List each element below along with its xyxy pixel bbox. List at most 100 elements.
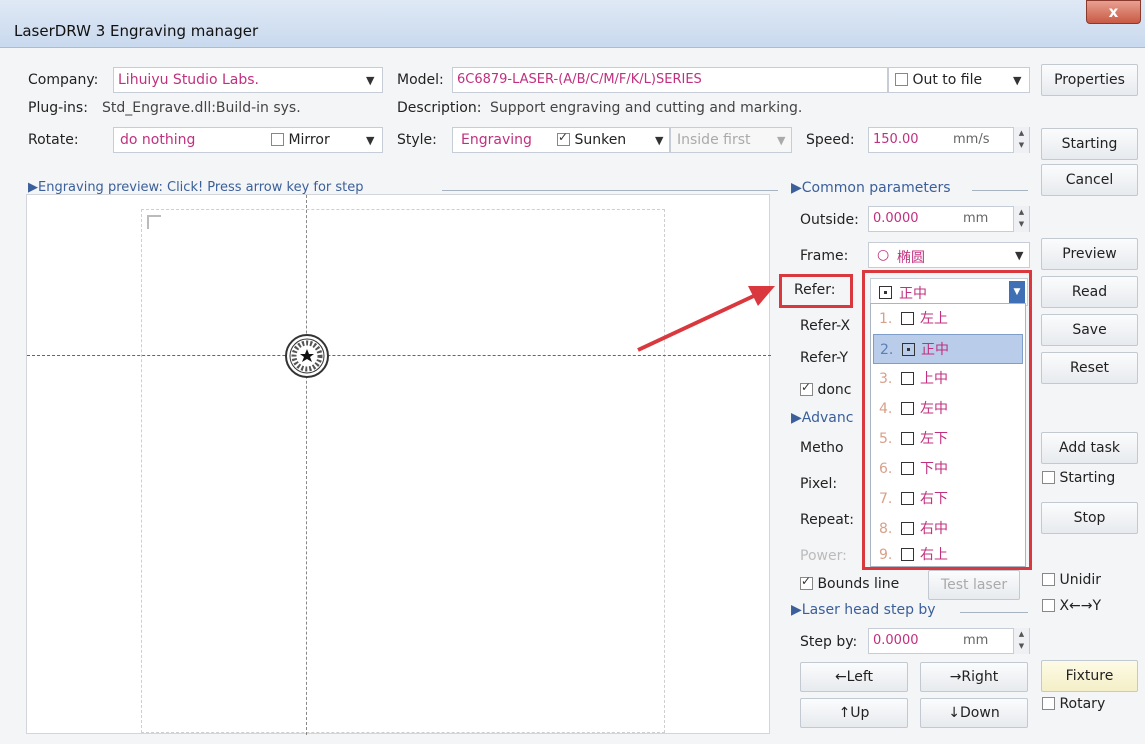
frame-label: Frame:	[800, 248, 849, 264]
add-task-button[interactable]: Add task	[1041, 432, 1138, 464]
position-icon	[902, 343, 915, 356]
close-button[interactable]: x	[1086, 0, 1141, 24]
plugins-label: Plug-ins:	[28, 100, 88, 116]
style-select[interactable]: Engraving Sunken ▼	[452, 127, 670, 153]
common-header: Common parameters	[801, 180, 951, 196]
outside-field[interactable]: 0.0000 mm ▲ ▼	[868, 206, 1030, 232]
company-select[interactable]: Lihuiyu Studio Labs. ▼	[113, 67, 383, 93]
reset-button[interactable]: Reset	[1041, 352, 1138, 384]
step-by-label: Step by:	[800, 634, 858, 650]
advanced-arrow-icon: ▶	[791, 410, 802, 426]
dropdown-item[interactable]: 4. 左中	[873, 394, 1023, 424]
step-left-button[interactable]: ←Left	[800, 662, 908, 692]
xy-swap-checkbox[interactable]	[1042, 599, 1055, 612]
outside-spinner[interactable]: ▲ ▼	[1013, 206, 1029, 232]
step-up-button[interactable]: ↑Up	[800, 698, 908, 728]
sunken-label: Sunken	[574, 132, 627, 148]
position-icon	[901, 462, 914, 475]
out-to-file-checkbox[interactable]	[895, 73, 908, 86]
speed-unit: mm/s	[953, 132, 990, 147]
step-by-value: 0.0000	[873, 633, 919, 648]
unidir-label: Unidir	[1059, 572, 1101, 588]
company-label: Company:	[28, 72, 99, 88]
done-label: donc	[817, 382, 852, 398]
bounds-line-label: Bounds line	[817, 576, 900, 592]
frame-select[interactable]: ○ 椭圆 ▼	[868, 242, 1030, 268]
model-label: Model:	[397, 72, 444, 88]
company-value: Lihuiyu Studio Labs.	[118, 72, 259, 88]
starting-checkbox[interactable]	[1042, 471, 1055, 484]
bounds-line-checkbox[interactable]	[800, 574, 813, 590]
test-laser-button[interactable]: Test laser	[928, 570, 1020, 600]
speed-value: 150.00	[873, 132, 919, 147]
dropdown-item[interactable]: 6. 下中	[873, 454, 1023, 484]
unidir-checkbox[interactable]	[1042, 573, 1055, 586]
output-select[interactable]: Out to file ▼	[888, 67, 1030, 93]
rotate-select[interactable]: do nothing Mirror ▼	[113, 127, 383, 153]
preview-crosshair-v	[306, 195, 307, 735]
starting-check-label: Starting	[1059, 470, 1116, 486]
dropdown-item[interactable]: 5. 左下	[873, 424, 1023, 454]
refer-label: Refer:	[794, 282, 836, 298]
inside-first-select[interactable]: Inside first ▼	[670, 127, 792, 153]
starting-button[interactable]: Starting	[1041, 128, 1138, 160]
chevron-down-icon: ▼	[777, 134, 786, 147]
outside-value: 0.0000	[873, 211, 919, 226]
repeat-label: Repeat:	[800, 512, 854, 528]
read-button[interactable]: Read	[1041, 276, 1138, 308]
mirror-label: Mirror	[288, 132, 330, 148]
description-value: Support engraving and cutting and markin…	[490, 100, 803, 116]
stop-button[interactable]: Stop	[1041, 502, 1138, 534]
style-value: Engraving	[461, 132, 532, 148]
speed-spinner[interactable]: ▲ ▼	[1013, 127, 1029, 153]
method-label: Metho	[800, 440, 844, 456]
chevron-down-icon: ▼	[1015, 249, 1024, 262]
model-field[interactable]: 6C6879-LASER-(A/B/C/M/F/K/L)SERIES	[452, 67, 888, 93]
window-title: LaserDRW 3 Engraving manager	[14, 22, 259, 40]
rotate-value: do nothing	[120, 132, 196, 148]
outside-unit: mm	[963, 211, 989, 226]
xy-swap-label: X←→Y	[1059, 598, 1102, 614]
model-value: 6C6879-LASER-(A/B/C/M/F/K/L)SERIES	[457, 72, 702, 87]
mirror-checkbox[interactable]	[271, 133, 284, 146]
dropdown-item-selected[interactable]: 2. 正中	[873, 334, 1023, 364]
out-to-file-label: Out to file	[912, 72, 983, 88]
speed-field[interactable]: 150.00 mm/s ▲ ▼	[868, 127, 1030, 153]
engraving-preview[interactable]	[26, 194, 771, 735]
sunken-checkbox[interactable]	[557, 130, 570, 146]
dropdown-item[interactable]: 1. 左上	[873, 304, 1023, 334]
power-label: Power:	[800, 548, 847, 564]
step-right-button[interactable]: →Right	[920, 662, 1028, 692]
rotary-checkbox[interactable]	[1042, 697, 1055, 710]
stamp-seal-icon	[283, 332, 331, 380]
position-icon	[901, 372, 914, 385]
done-checkbox[interactable]	[800, 380, 813, 396]
plugins-value: Std_Engrave.dll:Build-in sys.	[102, 100, 301, 116]
step-by-field[interactable]: 0.0000 mm ▲ ▼	[868, 628, 1030, 654]
refer-y-label: Refer-Y	[800, 350, 849, 366]
step-down-button[interactable]: ↓Down	[920, 698, 1028, 728]
position-icon	[901, 402, 914, 415]
save-button[interactable]: Save	[1041, 314, 1138, 346]
laser-head-header: Laser head step by	[801, 602, 936, 618]
pixel-label: Pixel:	[800, 476, 838, 492]
step-by-spinner[interactable]: ▲ ▼	[1013, 628, 1029, 654]
outside-label: Outside:	[800, 212, 859, 228]
preview-button[interactable]: Preview	[1041, 238, 1138, 270]
description-label: Description:	[397, 100, 482, 116]
fixture-button[interactable]: Fixture	[1041, 660, 1138, 692]
chevron-down-icon: ▼	[1013, 74, 1022, 87]
preview-arrow-icon: ▶	[28, 180, 38, 195]
position-icon	[901, 312, 914, 325]
dropdown-item[interactable]: 7. 右下	[873, 484, 1023, 514]
frame-value: 椭圆	[897, 250, 925, 266]
chevron-down-icon: ▼	[655, 134, 664, 147]
refer-x-label: Refer-X	[800, 318, 851, 334]
dropdown-item[interactable]: 9. 右上	[873, 540, 1023, 570]
step-by-unit: mm	[963, 633, 989, 648]
dropdown-item[interactable]: 3. 上中	[873, 364, 1023, 394]
properties-button[interactable]: Properties	[1041, 64, 1138, 96]
cancel-button[interactable]: Cancel	[1041, 164, 1138, 196]
frame-circle-icon: ○	[877, 247, 890, 263]
position-icon	[901, 548, 914, 561]
